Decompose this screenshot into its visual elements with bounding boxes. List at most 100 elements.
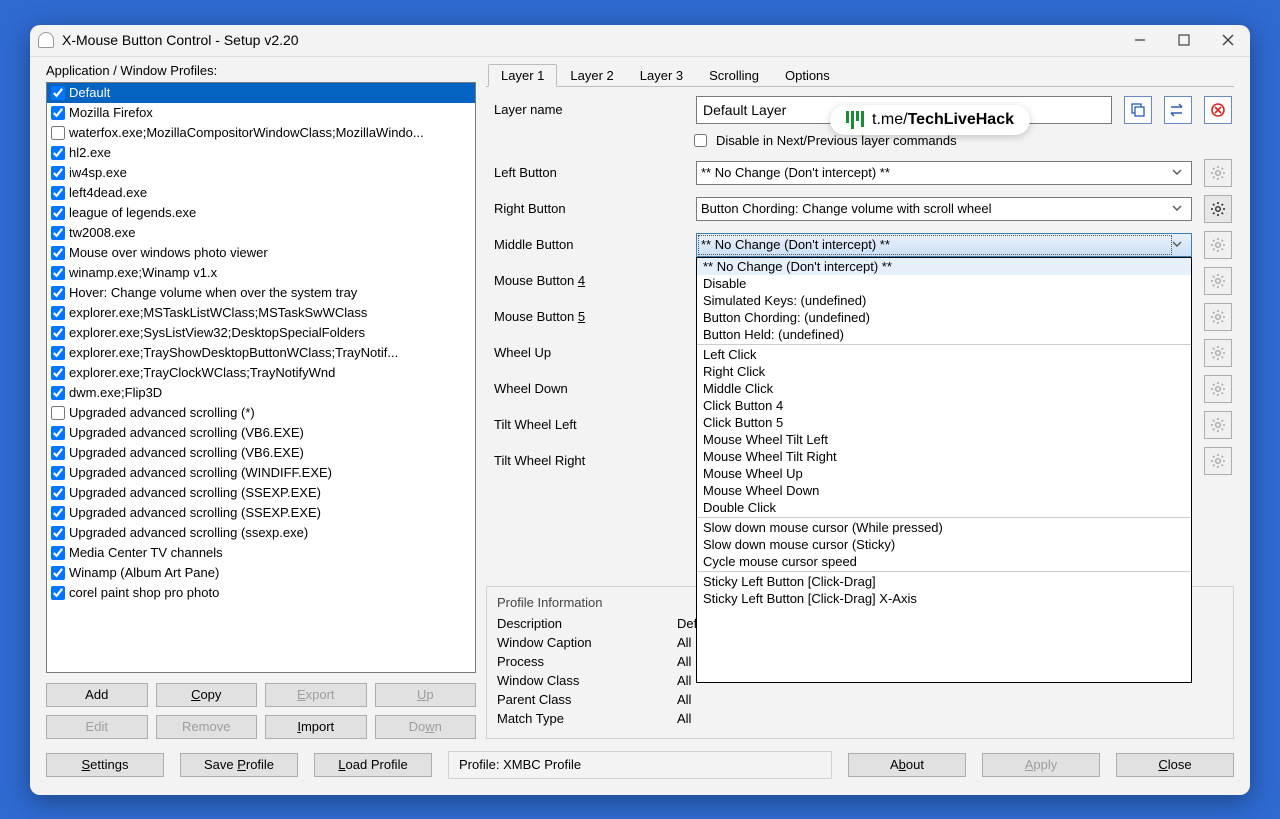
copy-layer-button[interactable] xyxy=(1124,96,1152,124)
reset-layer-button[interactable] xyxy=(1204,96,1232,124)
profile-checkbox[interactable] xyxy=(51,246,65,260)
disable-layer-checkbox[interactable] xyxy=(694,134,707,147)
swap-layer-button[interactable] xyxy=(1164,96,1192,124)
profile-checkbox[interactable] xyxy=(51,486,65,500)
profile-checkbox[interactable] xyxy=(51,106,65,120)
import-button[interactable]: Import xyxy=(265,715,367,739)
profile-checkbox[interactable] xyxy=(51,446,65,460)
maximize-button[interactable] xyxy=(1162,24,1206,56)
dropdown-option[interactable]: Button Chording: (undefined) xyxy=(697,309,1191,326)
profile-item[interactable]: Upgraded advanced scrolling (ssexp.exe) xyxy=(47,523,475,543)
profile-checkbox[interactable] xyxy=(51,386,65,400)
profile-checkbox[interactable] xyxy=(51,306,65,320)
dropdown-option[interactable]: Mouse Wheel Up xyxy=(697,465,1191,482)
dropdown-option[interactable]: Cycle mouse cursor speed xyxy=(697,553,1191,570)
dropdown-option[interactable]: Button Held: (undefined) xyxy=(697,326,1191,343)
dropdown-option[interactable]: Click Button 4 xyxy=(697,397,1191,414)
save-profile-button[interactable]: Save Profile xyxy=(180,753,298,777)
profile-item[interactable]: explorer.exe;MSTaskListWClass;MSTaskSwWC… xyxy=(47,303,475,323)
profile-checkbox[interactable] xyxy=(51,586,65,600)
profile-checkbox[interactable] xyxy=(51,86,65,100)
load-profile-button[interactable]: Load Profile xyxy=(314,753,432,777)
profile-checkbox[interactable] xyxy=(51,426,65,440)
add-button[interactable]: Add xyxy=(46,683,148,707)
profile-checkbox[interactable] xyxy=(51,126,65,140)
profile-label: explorer.exe;TrayClockWClass;TrayNotifyW… xyxy=(69,365,335,380)
profile-item[interactable]: dwm.exe;Flip3D xyxy=(47,383,475,403)
profile-item[interactable]: tw2008.exe xyxy=(47,223,475,243)
profile-checkbox[interactable] xyxy=(51,566,65,580)
profile-item[interactable]: left4dead.exe xyxy=(47,183,475,203)
dropdown-option[interactable]: Click Button 5 xyxy=(697,414,1191,431)
action-dropdown[interactable]: ** No Change (Don't intercept) ** xyxy=(696,233,1192,257)
profile-item[interactable]: iw4sp.exe xyxy=(47,163,475,183)
about-button[interactable]: About xyxy=(848,753,966,777)
profile-checkbox[interactable] xyxy=(51,206,65,220)
profile-checkbox[interactable] xyxy=(51,406,65,420)
profile-checkbox[interactable] xyxy=(51,226,65,240)
minimize-button[interactable] xyxy=(1118,24,1162,56)
profile-item[interactable]: Hover: Change volume when over the syste… xyxy=(47,283,475,303)
profile-checkbox[interactable] xyxy=(51,366,65,380)
profile-item[interactable]: Media Center TV channels xyxy=(47,543,475,563)
profile-checkbox[interactable] xyxy=(51,466,65,480)
tab-options[interactable]: Options xyxy=(772,64,843,87)
profile-item[interactable]: Upgraded advanced scrolling (*) xyxy=(47,403,475,423)
profile-checkbox[interactable] xyxy=(51,546,65,560)
copy-button[interactable]: Copy xyxy=(156,683,258,707)
profile-checkbox[interactable] xyxy=(51,506,65,520)
profile-item[interactable]: Winamp (Album Art Pane) xyxy=(47,563,475,583)
tab-scrolling[interactable]: Scrolling xyxy=(696,64,772,87)
profile-checkbox[interactable] xyxy=(51,166,65,180)
profile-checkbox[interactable] xyxy=(51,286,65,300)
dropdown-option[interactable]: Right Click xyxy=(697,363,1191,380)
dropdown-option[interactable]: Double Click xyxy=(697,499,1191,516)
settings-button[interactable]: Settings xyxy=(46,753,164,777)
profile-item[interactable]: waterfox.exe;MozillaCompositorWindowClas… xyxy=(47,123,475,143)
profile-item[interactable]: Upgraded advanced scrolling (VB6.EXE) xyxy=(47,423,475,443)
profile-item[interactable]: Mozilla Firefox xyxy=(47,103,475,123)
profile-item[interactable]: Upgraded advanced scrolling (WINDIFF.EXE… xyxy=(47,463,475,483)
dropdown-option[interactable]: Left Click xyxy=(697,346,1191,363)
dropdown-option[interactable]: Mouse Wheel Down xyxy=(697,482,1191,499)
dropdown-option[interactable]: Sticky Left Button [Click-Drag] X-Axis xyxy=(697,590,1191,607)
dropdown-option[interactable]: Simulated Keys: (undefined) xyxy=(697,292,1191,309)
profile-item[interactable]: winamp.exe;Winamp v1.x xyxy=(47,263,475,283)
profile-list[interactable]: DefaultMozilla Firefoxwaterfox.exe;Mozil… xyxy=(46,82,476,673)
gear-icon[interactable] xyxy=(1204,195,1232,223)
profile-checkbox[interactable] xyxy=(51,146,65,160)
close-footer-button[interactable]: Close xyxy=(1116,753,1234,777)
profile-item[interactable]: Upgraded advanced scrolling (VB6.EXE) xyxy=(47,443,475,463)
profile-item[interactable]: explorer.exe;TrayShowDesktopButtonWClass… xyxy=(47,343,475,363)
profile-checkbox[interactable] xyxy=(51,266,65,280)
profile-checkbox[interactable] xyxy=(51,186,65,200)
action-dropdown[interactable]: Button Chording: Change volume with scro… xyxy=(696,197,1192,221)
profile-item[interactable]: Upgraded advanced scrolling (SSEXP.EXE) xyxy=(47,483,475,503)
close-button[interactable] xyxy=(1206,24,1250,56)
profile-checkbox[interactable] xyxy=(51,326,65,340)
action-dropdown-popup[interactable]: ** No Change (Don't intercept) **Disable… xyxy=(696,257,1192,683)
profile-item[interactable]: corel paint shop pro photo xyxy=(47,583,475,603)
gear-icon xyxy=(1204,303,1232,331)
dropdown-option[interactable]: Slow down mouse cursor (Sticky) xyxy=(697,536,1191,553)
dropdown-option[interactable]: Mouse Wheel Tilt Left xyxy=(697,431,1191,448)
profile-checkbox[interactable] xyxy=(51,346,65,360)
profile-item[interactable]: Default xyxy=(47,83,475,103)
profile-item[interactable]: Upgraded advanced scrolling (SSEXP.EXE) xyxy=(47,503,475,523)
dropdown-option[interactable]: Middle Click xyxy=(697,380,1191,397)
dropdown-option[interactable]: Sticky Left Button [Click-Drag] xyxy=(697,573,1191,590)
profile-item[interactable]: league of legends.exe xyxy=(47,203,475,223)
dropdown-option[interactable]: Disable xyxy=(697,275,1191,292)
profile-item[interactable]: explorer.exe;SysListView32;DesktopSpecia… xyxy=(47,323,475,343)
profile-item[interactable]: explorer.exe;TrayClockWClass;TrayNotifyW… xyxy=(47,363,475,383)
action-dropdown[interactable]: ** No Change (Don't intercept) ** xyxy=(696,161,1192,185)
dropdown-option[interactable]: Slow down mouse cursor (While pressed) xyxy=(697,519,1191,536)
tab-layer-3[interactable]: Layer 3 xyxy=(627,64,696,87)
dropdown-option[interactable]: Mouse Wheel Tilt Right xyxy=(697,448,1191,465)
profile-item[interactable]: hl2.exe xyxy=(47,143,475,163)
tab-layer-2[interactable]: Layer 2 xyxy=(557,64,626,87)
dropdown-option[interactable]: ** No Change (Don't intercept) ** xyxy=(697,258,1191,275)
tab-layer-1[interactable]: Layer 1 xyxy=(488,64,557,87)
profile-item[interactable]: Mouse over windows photo viewer xyxy=(47,243,475,263)
profile-checkbox[interactable] xyxy=(51,526,65,540)
